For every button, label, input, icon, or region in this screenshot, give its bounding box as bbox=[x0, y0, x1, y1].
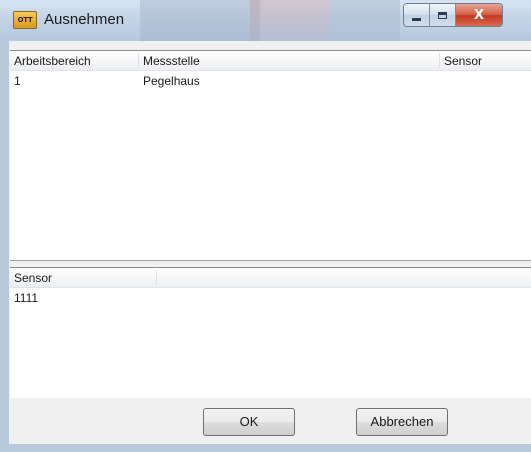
cell-sensor: 1111 bbox=[14, 291, 39, 305]
cell-messstelle: Pegelhaus bbox=[143, 74, 200, 88]
workspace-list-header: Arbeitsbereich Messstelle Sensor bbox=[10, 51, 531, 71]
caption-buttons: X bbox=[403, 3, 503, 27]
column-header-messstelle[interactable]: Messstelle bbox=[139, 51, 439, 70]
sensor-list-header: Sensor bbox=[10, 268, 531, 288]
ok-button[interactable]: OK bbox=[203, 408, 295, 436]
close-button[interactable]: X bbox=[456, 4, 502, 26]
maximize-button[interactable] bbox=[430, 4, 456, 26]
app-icon: OTT bbox=[13, 11, 37, 29]
cancel-button[interactable]: Abbrechen bbox=[356, 408, 448, 436]
column-divider[interactable] bbox=[156, 270, 157, 285]
cell-arbeitsbereich: 1 bbox=[14, 74, 21, 88]
minimize-button[interactable] bbox=[404, 4, 430, 26]
column-header-sensor[interactable]: Sensor bbox=[440, 51, 531, 70]
minimize-icon bbox=[412, 17, 421, 21]
cell-sensor bbox=[440, 71, 444, 91]
list-row[interactable]: 1111 bbox=[10, 288, 531, 308]
sensor-list[interactable]: Sensor 1111 bbox=[10, 267, 531, 398]
list-row[interactable]: 1 Pegelhaus bbox=[10, 71, 531, 91]
close-icon: X bbox=[473, 7, 485, 23]
window-title: Ausnehmen bbox=[44, 11, 125, 28]
dialog-client-area: Arbeitsbereich Messstelle Sensor 1 Pegel… bbox=[9, 41, 531, 444]
column-header-sensor[interactable]: Sensor bbox=[10, 268, 156, 287]
dialog-window: OTT Ausnehmen X Arbeitsbereich Messstell… bbox=[0, 0, 531, 452]
maximize-icon bbox=[438, 11, 447, 19]
column-header-arbeitsbereich[interactable]: Arbeitsbereich bbox=[10, 51, 138, 70]
title-bar[interactable]: OTT Ausnehmen X bbox=[0, 0, 531, 41]
workspace-list[interactable]: Arbeitsbereich Messstelle Sensor 1 Pegel… bbox=[10, 50, 531, 261]
